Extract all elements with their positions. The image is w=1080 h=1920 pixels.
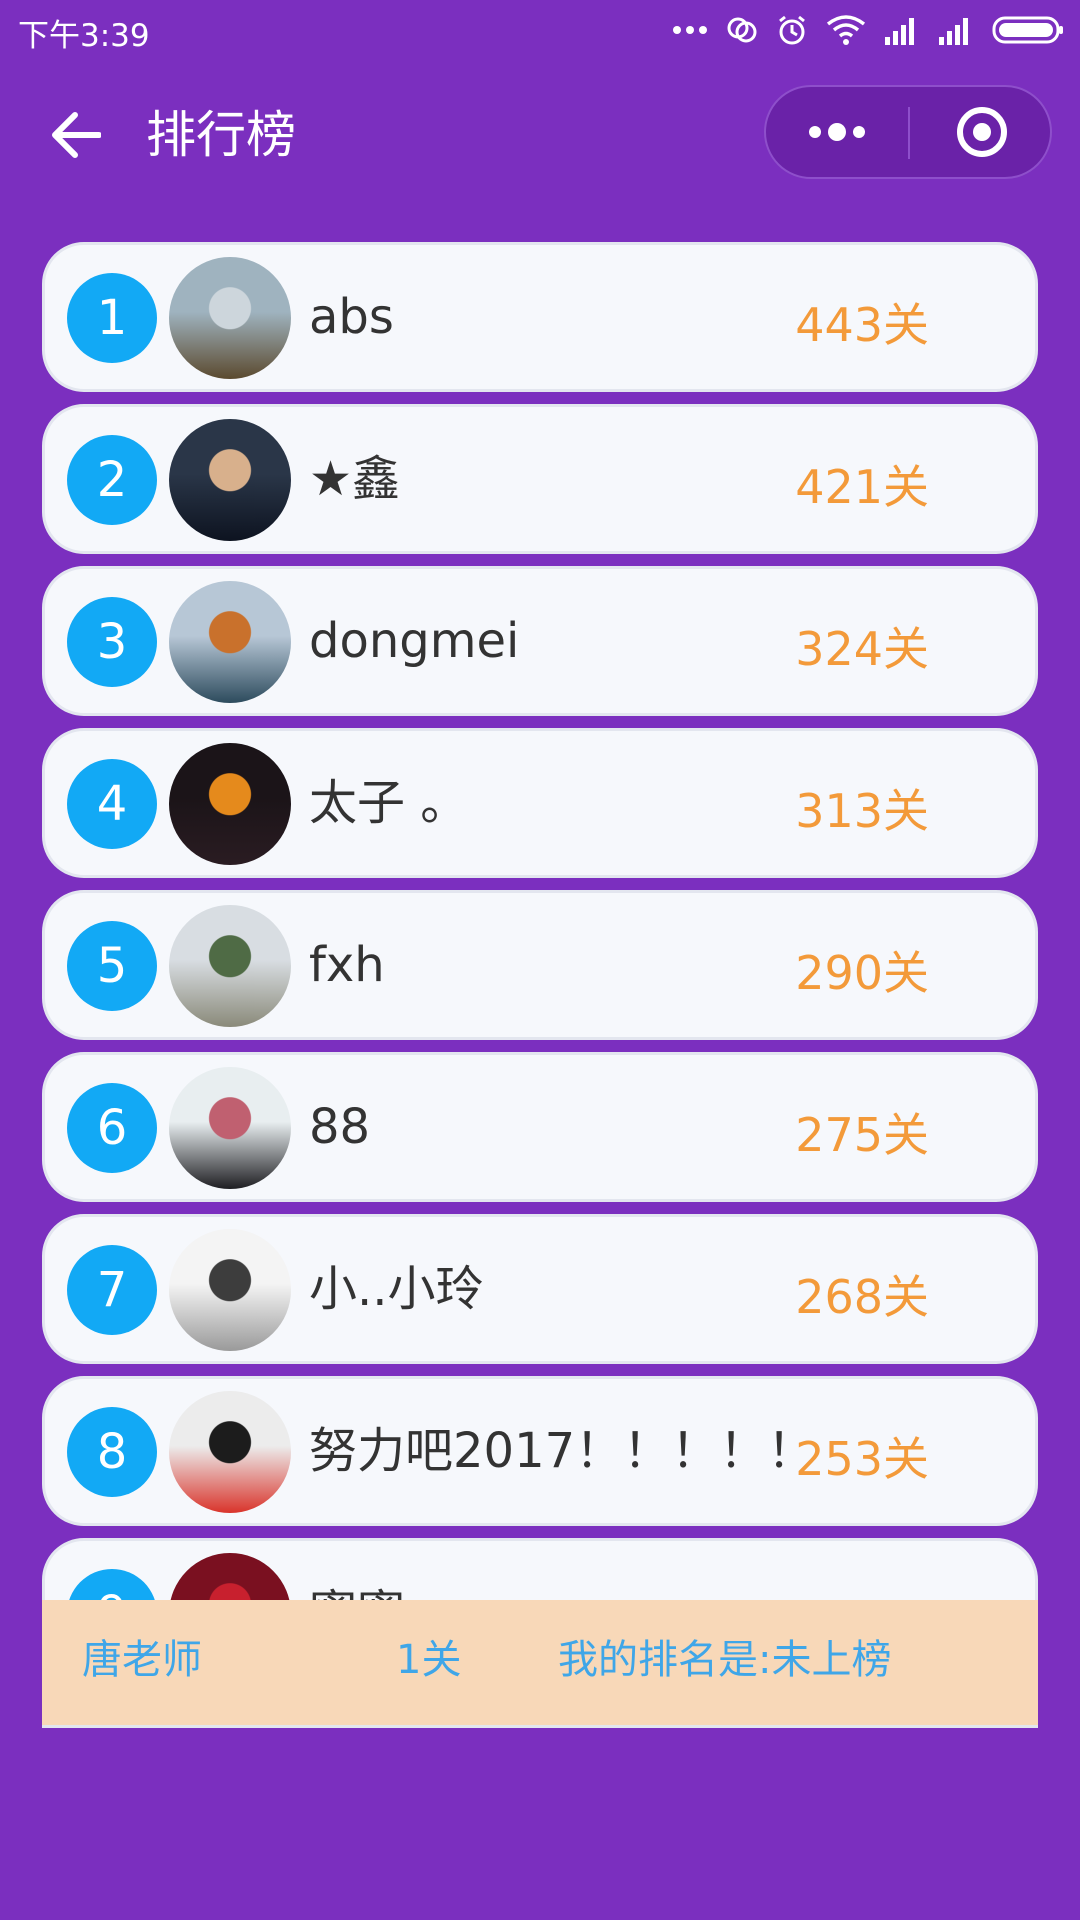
rank-row[interactable]: 1 abs 443关 (42, 242, 1038, 392)
my-rank-status: 我的排名是:未上榜 (558, 1637, 892, 1683)
rank-number-badge: 6 (67, 1083, 157, 1173)
page-title: 排行榜 (146, 106, 296, 164)
avatar (169, 743, 291, 865)
avatar (169, 1067, 291, 1189)
rank-row[interactable]: 3 dongmei 324关 (42, 566, 1038, 716)
my-rank-bar: 唐老师 1关 我的排名是:未上榜 (42, 1600, 1038, 1728)
signal-icon (938, 15, 974, 45)
target-icon (957, 107, 1007, 157)
rank-number-badge: 8 (67, 1407, 157, 1497)
rank-score: 443关 (795, 298, 929, 352)
more-button[interactable] (766, 87, 908, 177)
avatar (169, 1229, 291, 1351)
avatar (169, 905, 291, 1027)
rank-username: 太子 。 (309, 775, 469, 831)
rank-username: 88 (309, 1099, 371, 1155)
rank-row[interactable]: 2 ★鑫 421关 (42, 404, 1038, 554)
rank-score: 275关 (795, 1108, 929, 1162)
rank-score: 421关 (795, 460, 929, 514)
ranking-list[interactable]: 1 abs 443关 2 ★鑫 421关 3 dongmei 324关 4 太子 。 313关 5 fxh… (42, 242, 1038, 1600)
rank-username: 蜜蜜 (309, 1581, 405, 1600)
more-dots-icon (809, 123, 865, 141)
rank-number-badge: 9 (67, 1569, 157, 1600)
battery-icon (992, 15, 1064, 45)
rank-number-badge: 5 (67, 921, 157, 1011)
status-time: 下午3:39 (18, 18, 150, 54)
status-bar: 下午3:39 (0, 0, 1080, 60)
rank-row[interactable]: 8 努力吧2017！！！！！ 253关 (42, 1376, 1038, 1526)
more-dots-icon (672, 25, 708, 35)
arrow-left-icon (52, 112, 101, 158)
rank-row[interactable]: 6 88 275关 (42, 1052, 1038, 1202)
avatar (169, 257, 291, 379)
avatar (169, 1553, 291, 1600)
rank-number-badge: 1 (67, 273, 157, 363)
sync-icon (726, 14, 758, 46)
rank-score: 313关 (795, 784, 929, 838)
rank-row[interactable]: 4 太子 。 313关 (42, 728, 1038, 878)
rank-row[interactable]: 5 fxh 290关 (42, 890, 1038, 1040)
capsule-divider (908, 107, 910, 159)
alarm-icon (776, 14, 808, 46)
rank-score: 268关 (795, 1270, 929, 1324)
rank-score: 324关 (795, 622, 929, 676)
my-level: 1关 (396, 1637, 462, 1683)
signal-icon (884, 15, 920, 45)
rank-score: 253关 (795, 1432, 929, 1486)
rank-number-badge: 4 (67, 759, 157, 849)
rank-username: 小..小玲 (309, 1261, 484, 1317)
rank-username: 努力吧2017！！！！！ (309, 1423, 816, 1479)
status-icons (672, 12, 1064, 48)
wifi-icon (826, 14, 866, 46)
rank-username: abs (309, 289, 394, 345)
my-name: 唐老师 (82, 1637, 202, 1683)
rank-row[interactable]: 9 蜜蜜 (42, 1538, 1038, 1600)
mini-program-capsule (764, 85, 1052, 179)
rank-row[interactable]: 7 小..小玲 268关 (42, 1214, 1038, 1364)
rank-username: ★鑫 (309, 451, 401, 507)
close-mini-program-button[interactable] (912, 87, 1052, 177)
back-button[interactable] (40, 100, 110, 170)
rank-number-badge: 2 (67, 435, 157, 525)
rank-number-badge: 7 (67, 1245, 157, 1335)
nav-bar: 排行榜 (0, 70, 1080, 190)
rank-number-badge: 3 (67, 597, 157, 687)
rank-username: fxh (309, 937, 385, 993)
avatar (169, 1391, 291, 1513)
avatar (169, 419, 291, 541)
rank-username: dongmei (309, 613, 520, 669)
avatar (169, 581, 291, 703)
rank-score: 290关 (795, 946, 929, 1000)
